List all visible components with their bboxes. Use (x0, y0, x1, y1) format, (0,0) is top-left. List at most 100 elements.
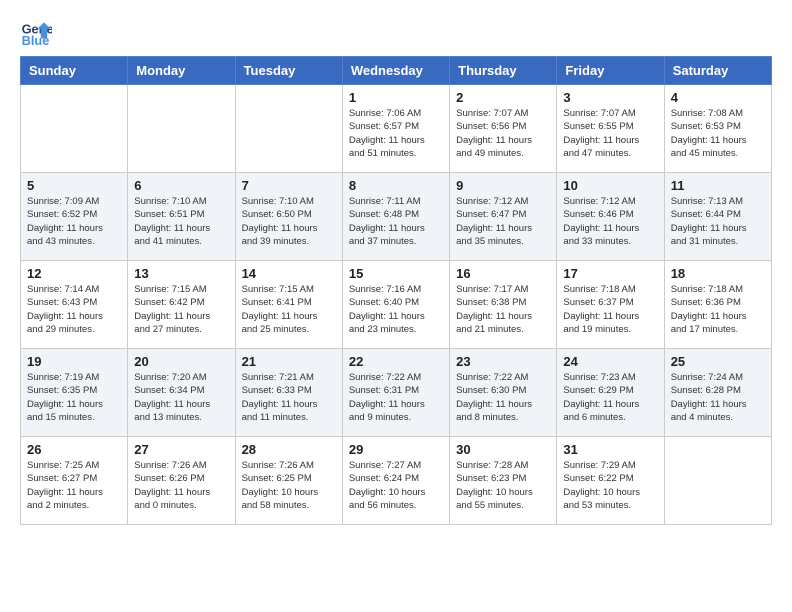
day-info: Sunrise: 7:07 AM Sunset: 6:56 PM Dayligh… (456, 107, 550, 160)
calendar-table: SundayMondayTuesdayWednesdayThursdayFrid… (20, 56, 772, 525)
day-info: Sunrise: 7:07 AM Sunset: 6:55 PM Dayligh… (563, 107, 657, 160)
day-number: 31 (563, 442, 657, 457)
day-info: Sunrise: 7:26 AM Sunset: 6:26 PM Dayligh… (134, 459, 228, 512)
day-number: 11 (671, 178, 765, 193)
calendar-cell: 9 Sunrise: 7:12 AM Sunset: 6:47 PM Daylig… (450, 173, 557, 261)
calendar-cell (128, 85, 235, 173)
calendar-week-row: 26 Sunrise: 7:25 AM Sunset: 6:27 PM Dayli… (21, 437, 772, 525)
day-number: 13 (134, 266, 228, 281)
calendar-cell: 10 Sunrise: 7:12 AM Sunset: 6:46 PM Dayli… (557, 173, 664, 261)
day-info: Sunrise: 7:23 AM Sunset: 6:29 PM Dayligh… (563, 371, 657, 424)
day-info: Sunrise: 7:10 AM Sunset: 6:50 PM Dayligh… (242, 195, 336, 248)
calendar-cell: 14 Sunrise: 7:15 AM Sunset: 6:41 PM Dayli… (235, 261, 342, 349)
day-number: 28 (242, 442, 336, 457)
day-info: Sunrise: 7:26 AM Sunset: 6:25 PM Dayligh… (242, 459, 336, 512)
calendar-week-row: 19Sunrise: 7:19 AM Sunset: 6:35 PM Dayli… (21, 349, 772, 437)
day-info: Sunrise: 7:22 AM Sunset: 6:31 PM Dayligh… (349, 371, 443, 424)
day-number: 10 (563, 178, 657, 193)
calendar-cell: 1 Sunrise: 7:06 AM Sunset: 6:57 PM Daylig… (342, 85, 449, 173)
calendar-cell: 29 Sunrise: 7:27 AM Sunset: 6:24 PM Dayli… (342, 437, 449, 525)
weekday-header-monday: Monday (128, 57, 235, 85)
day-info: Sunrise: 7:19 AM Sunset: 6:35 PM Dayligh… (27, 371, 121, 424)
day-number: 7 (242, 178, 336, 193)
weekday-header-saturday: Saturday (664, 57, 771, 85)
calendar-cell: 13Sunrise: 7:15 AM Sunset: 6:42 PM Dayli… (128, 261, 235, 349)
day-info: Sunrise: 7:18 AM Sunset: 6:37 PM Dayligh… (563, 283, 657, 336)
day-info: Sunrise: 7:06 AM Sunset: 6:57 PM Dayligh… (349, 107, 443, 160)
day-info: Sunrise: 7:24 AM Sunset: 6:28 PM Dayligh… (671, 371, 765, 424)
weekday-header-wednesday: Wednesday (342, 57, 449, 85)
day-info: Sunrise: 7:21 AM Sunset: 6:33 PM Dayligh… (242, 371, 336, 424)
day-info: Sunrise: 7:17 AM Sunset: 6:38 PM Dayligh… (456, 283, 550, 336)
calendar-cell: 18 Sunrise: 7:18 AM Sunset: 6:36 PM Dayli… (664, 261, 771, 349)
day-info: Sunrise: 7:11 AM Sunset: 6:48 PM Dayligh… (349, 195, 443, 248)
day-info: Sunrise: 7:27 AM Sunset: 6:24 PM Dayligh… (349, 459, 443, 512)
calendar-cell: 26 Sunrise: 7:25 AM Sunset: 6:27 PM Dayli… (21, 437, 128, 525)
weekday-header-thursday: Thursday (450, 57, 557, 85)
calendar-cell: 11 Sunrise: 7:13 AM Sunset: 6:44 PM Dayli… (664, 173, 771, 261)
day-info: Sunrise: 7:18 AM Sunset: 6:36 PM Dayligh… (671, 283, 765, 336)
calendar-cell: 27 Sunrise: 7:26 AM Sunset: 6:26 PM Dayli… (128, 437, 235, 525)
calendar-cell: 20 Sunrise: 7:20 AM Sunset: 6:34 PM Dayli… (128, 349, 235, 437)
calendar-cell: 3 Sunrise: 7:07 AM Sunset: 6:55 PM Daylig… (557, 85, 664, 173)
day-number: 3 (563, 90, 657, 105)
day-number: 24 (563, 354, 657, 369)
day-info: Sunrise: 7:28 AM Sunset: 6:23 PM Dayligh… (456, 459, 550, 512)
calendar-week-row: 12 Sunrise: 7:14 AM Sunset: 6:43 PM Dayli… (21, 261, 772, 349)
day-number: 1 (349, 90, 443, 105)
day-number: 17 (563, 266, 657, 281)
calendar-cell: 16 Sunrise: 7:17 AM Sunset: 6:38 PM Dayli… (450, 261, 557, 349)
day-info: Sunrise: 7:20 AM Sunset: 6:34 PM Dayligh… (134, 371, 228, 424)
calendar-cell: 15Sunrise: 7:16 AM Sunset: 6:40 PM Dayli… (342, 261, 449, 349)
calendar-cell: 12 Sunrise: 7:14 AM Sunset: 6:43 PM Dayli… (21, 261, 128, 349)
calendar-week-row: 1 Sunrise: 7:06 AM Sunset: 6:57 PM Daylig… (21, 85, 772, 173)
day-number: 18 (671, 266, 765, 281)
weekday-header-tuesday: Tuesday (235, 57, 342, 85)
day-info: Sunrise: 7:14 AM Sunset: 6:43 PM Dayligh… (27, 283, 121, 336)
calendar-week-row: 5Sunrise: 7:09 AM Sunset: 6:52 PM Daylig… (21, 173, 772, 261)
day-info: Sunrise: 7:16 AM Sunset: 6:40 PM Dayligh… (349, 283, 443, 336)
day-info: Sunrise: 7:13 AM Sunset: 6:44 PM Dayligh… (671, 195, 765, 248)
calendar-cell (235, 85, 342, 173)
day-number: 26 (27, 442, 121, 457)
day-info: Sunrise: 7:12 AM Sunset: 6:47 PM Dayligh… (456, 195, 550, 248)
day-info: Sunrise: 7:29 AM Sunset: 6:22 PM Dayligh… (563, 459, 657, 512)
day-number: 9 (456, 178, 550, 193)
calendar-cell: 28 Sunrise: 7:26 AM Sunset: 6:25 PM Dayli… (235, 437, 342, 525)
weekday-header-friday: Friday (557, 57, 664, 85)
day-info: Sunrise: 7:10 AM Sunset: 6:51 PM Dayligh… (134, 195, 228, 248)
calendar-cell: 6 Sunrise: 7:10 AM Sunset: 6:51 PM Daylig… (128, 173, 235, 261)
day-info: Sunrise: 7:12 AM Sunset: 6:46 PM Dayligh… (563, 195, 657, 248)
calendar-cell: 5Sunrise: 7:09 AM Sunset: 6:52 PM Daylig… (21, 173, 128, 261)
logo: General Blue (20, 16, 56, 48)
calendar-cell: 19Sunrise: 7:19 AM Sunset: 6:35 PM Dayli… (21, 349, 128, 437)
day-number: 29 (349, 442, 443, 457)
day-number: 4 (671, 90, 765, 105)
day-info: Sunrise: 7:15 AM Sunset: 6:41 PM Dayligh… (242, 283, 336, 336)
page-header: General Blue (20, 16, 772, 48)
day-number: 16 (456, 266, 550, 281)
day-number: 22 (349, 354, 443, 369)
day-number: 20 (134, 354, 228, 369)
calendar-cell: 25 Sunrise: 7:24 AM Sunset: 6:28 PM Dayli… (664, 349, 771, 437)
day-number: 8 (349, 178, 443, 193)
day-number: 14 (242, 266, 336, 281)
calendar-cell: 24 Sunrise: 7:23 AM Sunset: 6:29 PM Dayli… (557, 349, 664, 437)
day-number: 6 (134, 178, 228, 193)
day-number: 30 (456, 442, 550, 457)
calendar-cell: 21 Sunrise: 7:21 AM Sunset: 6:33 PM Dayli… (235, 349, 342, 437)
calendar-cell (664, 437, 771, 525)
calendar-cell: 22 Sunrise: 7:22 AM Sunset: 6:31 PM Dayli… (342, 349, 449, 437)
calendar-cell: 31 Sunrise: 7:29 AM Sunset: 6:22 PM Dayli… (557, 437, 664, 525)
day-info: Sunrise: 7:08 AM Sunset: 6:53 PM Dayligh… (671, 107, 765, 160)
calendar-cell: 23Sunrise: 7:22 AM Sunset: 6:30 PM Dayli… (450, 349, 557, 437)
day-number: 25 (671, 354, 765, 369)
calendar-cell: 30 Sunrise: 7:28 AM Sunset: 6:23 PM Dayli… (450, 437, 557, 525)
day-number: 27 (134, 442, 228, 457)
day-number: 21 (242, 354, 336, 369)
day-info: Sunrise: 7:25 AM Sunset: 6:27 PM Dayligh… (27, 459, 121, 512)
day-number: 12 (27, 266, 121, 281)
calendar-header-row: SundayMondayTuesdayWednesdayThursdayFrid… (21, 57, 772, 85)
weekday-header-sunday: Sunday (21, 57, 128, 85)
day-info: Sunrise: 7:09 AM Sunset: 6:52 PM Dayligh… (27, 195, 121, 248)
